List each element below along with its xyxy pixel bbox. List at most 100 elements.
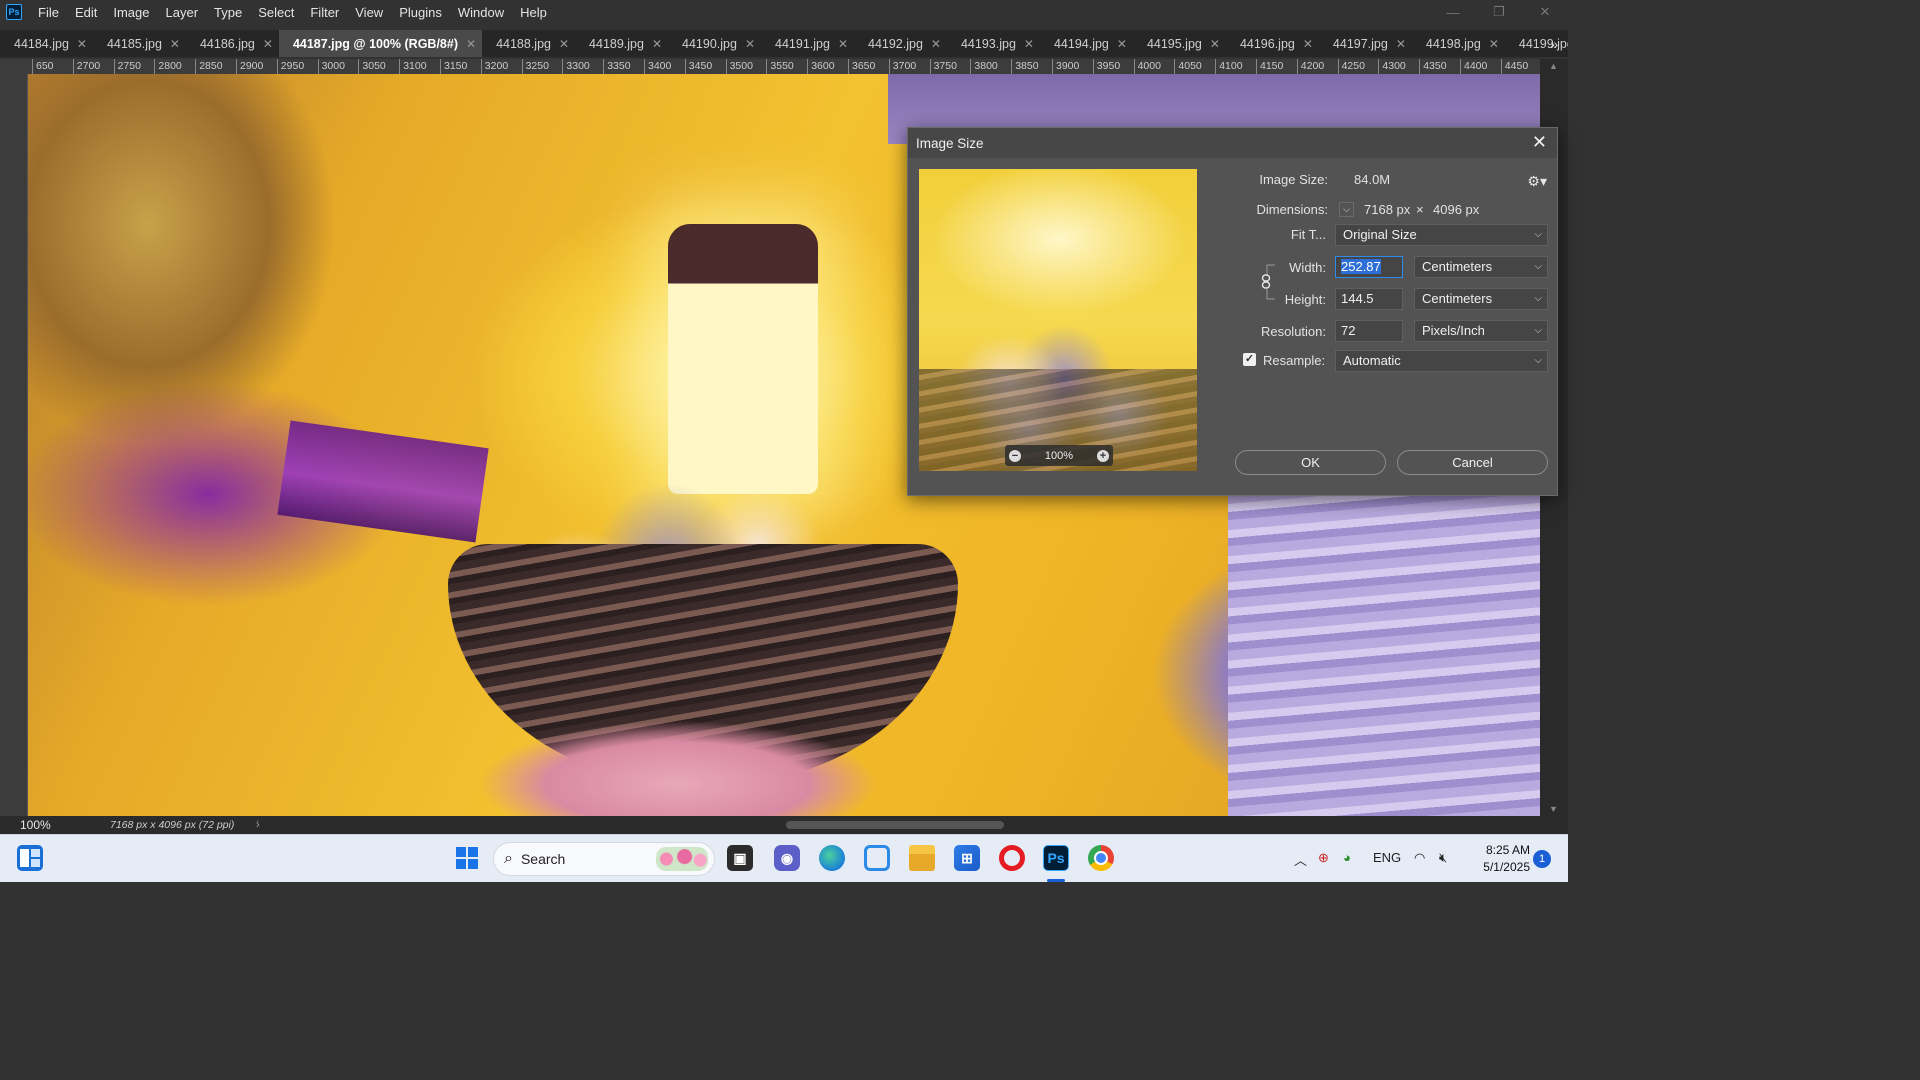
document-tab[interactable]: 44192.jpg ✕ <box>854 30 947 57</box>
tab-close-icon[interactable]: ✕ <box>170 37 180 51</box>
document-tab[interactable]: 44191.jpg ✕ <box>761 30 854 57</box>
zoom-out-icon[interactable]: − <box>1009 449 1021 462</box>
tab-close-icon[interactable]: ✕ <box>652 37 662 51</box>
document-tab[interactable]: 44195.jpg ✕ <box>1133 30 1226 57</box>
close-window-button[interactable]: ✕ <box>1522 0 1568 24</box>
tab-close-icon[interactable]: ✕ <box>1024 37 1034 51</box>
height-input[interactable]: 144.5 <box>1335 288 1403 310</box>
document-tab-label: 44187.jpg @ 100% (RGB/8#) <box>292 36 458 51</box>
width-unit-select[interactable]: Centimeters ⌵ <box>1414 256 1548 278</box>
ruler-tick-label: 2750 <box>113 59 141 74</box>
tab-close-icon[interactable]: ✕ <box>1303 37 1313 51</box>
menu-edit[interactable]: Edit <box>67 5 105 20</box>
horizontal-scrollbar[interactable]: ‹ <box>256 817 1540 831</box>
zoom-level[interactable]: 100% <box>0 818 84 832</box>
menu-plugins[interactable]: Plugins <box>391 5 450 20</box>
dimensions-units-chevron-icon[interactable]: ⌵ <box>1339 202 1354 217</box>
menu-image[interactable]: Image <box>105 5 157 20</box>
image-preview[interactable]: − 100% + <box>919 169 1197 471</box>
tab-close-icon[interactable]: ✕ <box>931 37 941 51</box>
resolution-input[interactable]: 72 <box>1335 320 1403 342</box>
horizontal-scroll-thumb[interactable] <box>786 821 1004 829</box>
maximize-button[interactable]: ❐ <box>1476 0 1522 24</box>
menu-view[interactable]: View <box>347 5 391 20</box>
ruler-tick-label: 2800 <box>154 59 182 74</box>
resample-select[interactable]: Automatic ⌵ <box>1335 350 1548 372</box>
menu-filter[interactable]: Filter <box>302 5 347 20</box>
minimize-button[interactable]: — <box>1430 0 1476 24</box>
document-tab[interactable]: 44193.jpg ✕ <box>947 30 1040 57</box>
document-tab-label: 44190.jpg <box>682 36 737 51</box>
tab-close-icon[interactable]: ✕ <box>1210 37 1220 51</box>
tab-close-icon[interactable]: ✕ <box>1117 37 1127 51</box>
zoom-in-icon[interactable]: + <box>1096 449 1109 462</box>
menu-file[interactable]: File <box>30 5 67 20</box>
scroll-left-icon[interactable]: ‹ <box>256 817 259 828</box>
language-indicator[interactable]: ENG <box>1373 850 1401 865</box>
resolution-unit-select[interactable]: Pixels/Inch ⌵ <box>1414 320 1548 342</box>
taskbar-search-box[interactable]: ⌕ Search <box>493 842 715 876</box>
dialog-title-bar[interactable]: Image Size ✕ <box>908 128 1557 158</box>
vpn-shield-icon[interactable]: ⊕ <box>1318 850 1329 866</box>
tab-close-icon[interactable]: ✕ <box>745 37 755 51</box>
start-windows-icon[interactable] <box>454 845 480 871</box>
width-input[interactable]: 252.87 <box>1335 256 1403 278</box>
taskbar-clock[interactable]: 8:25 AM 5/1/2025 <box>1470 842 1530 876</box>
document-tab[interactable]: 44190.jpg ✕ <box>668 30 761 57</box>
document-tab[interactable]: 44194.jpg ✕ <box>1040 30 1133 57</box>
tab-close-icon[interactable]: ✕ <box>1489 37 1499 51</box>
teams-chat-icon[interactable]: ◉ <box>774 845 800 871</box>
document-tab[interactable]: 44189.jpg ✕ <box>575 30 668 57</box>
menu-help[interactable]: Help <box>512 5 555 20</box>
vertical-ruler[interactable] <box>0 74 28 816</box>
scroll-down-icon[interactable]: ▼ <box>1549 804 1558 814</box>
horizontal-ruler[interactable]: 650 2700 2750 2800 2850 2900 2950 3000 3050 3100 3… <box>28 59 1540 75</box>
chrome-browser-icon[interactable] <box>1088 845 1114 871</box>
tab-close-icon[interactable]: ✕ <box>559 37 569 51</box>
tab-close-icon[interactable]: ✕ <box>838 37 848 51</box>
menu-layer[interactable]: Layer <box>158 5 207 20</box>
tab-overflow-icon[interactable]: » <box>1550 30 1558 57</box>
dialog-close-icon[interactable]: ✕ <box>1532 132 1547 152</box>
cancel-button[interactable]: Cancel <box>1397 450 1548 475</box>
height-unit-select[interactable]: Centimeters ⌵ <box>1414 288 1548 310</box>
width-unit-value: Centimeters <box>1422 259 1493 274</box>
document-tab[interactable]: 44197.jpg ✕ <box>1319 30 1412 57</box>
document-tab[interactable]: 44184.jpg ✕ <box>0 30 93 57</box>
taskbar-search-label: Search <box>520 851 566 867</box>
task-view-icon[interactable]: ▣ <box>727 845 753 871</box>
notification-badge[interactable]: 1 <box>1533 850 1551 868</box>
document-tab[interactable]: 44199.jpg✕ <box>1505 30 1568 57</box>
microsoft-store-icon[interactable]: ⊞ <box>954 845 980 871</box>
document-tab-active[interactable]: 44187.jpg @ 100% (RGB/8#) ✕ <box>278 30 483 57</box>
speaker-muted-icon[interactable]: 🔇︎ <box>1439 850 1447 866</box>
wifi-icon[interactable]: ◠ <box>1414 850 1425 866</box>
document-tab[interactable]: 44188.jpg ✕ <box>482 30 575 57</box>
tab-close-icon[interactable]: ✕ <box>1396 37 1406 51</box>
document-tab[interactable]: 44186.jpg ✕ <box>186 30 279 57</box>
photoshop-taskbar-icon[interactable]: Ps <box>1043 845 1069 871</box>
ok-button[interactable]: OK <box>1235 450 1386 475</box>
document-tab-label: 44194.jpg <box>1053 36 1109 51</box>
scroll-up-icon[interactable]: ▲ <box>1549 61 1558 71</box>
menu-select[interactable]: Select <box>250 5 302 20</box>
opera-browser-icon[interactable] <box>999 845 1025 871</box>
settings-gear-icon[interactable]: ⚙▾ <box>1527 173 1547 190</box>
document-tab[interactable]: 44185.jpg ✕ <box>93 30 186 57</box>
ruler-tick-label: 4450 <box>1500 59 1528 74</box>
widgets-icon[interactable] <box>17 845 43 871</box>
document-tab[interactable]: 44196.jpg ✕ <box>1226 30 1319 57</box>
file-explorer-icon[interactable] <box>909 845 935 871</box>
fit-to-select[interactable]: Original Size ⌵ <box>1335 224 1548 246</box>
network-status-icon[interactable]: ◕ <box>1343 850 1351 865</box>
document-tab[interactable]: 44198.jpg ✕ <box>1412 30 1505 57</box>
resample-checkbox[interactable]: ✓ <box>1243 353 1256 366</box>
menu-window[interactable]: Window <box>450 5 512 20</box>
tab-close-icon[interactable]: ✕ <box>77 37 87 51</box>
snipping-tool-icon[interactable] <box>864 845 890 871</box>
edge-browser-icon[interactable] <box>819 845 845 871</box>
tab-close-icon[interactable]: ✕ <box>466 37 476 51</box>
show-hidden-icons-chevron-icon[interactable]: ︿ <box>1294 850 1307 869</box>
tab-close-icon[interactable]: ✕ <box>263 37 273 51</box>
menu-type[interactable]: Type <box>206 5 250 20</box>
